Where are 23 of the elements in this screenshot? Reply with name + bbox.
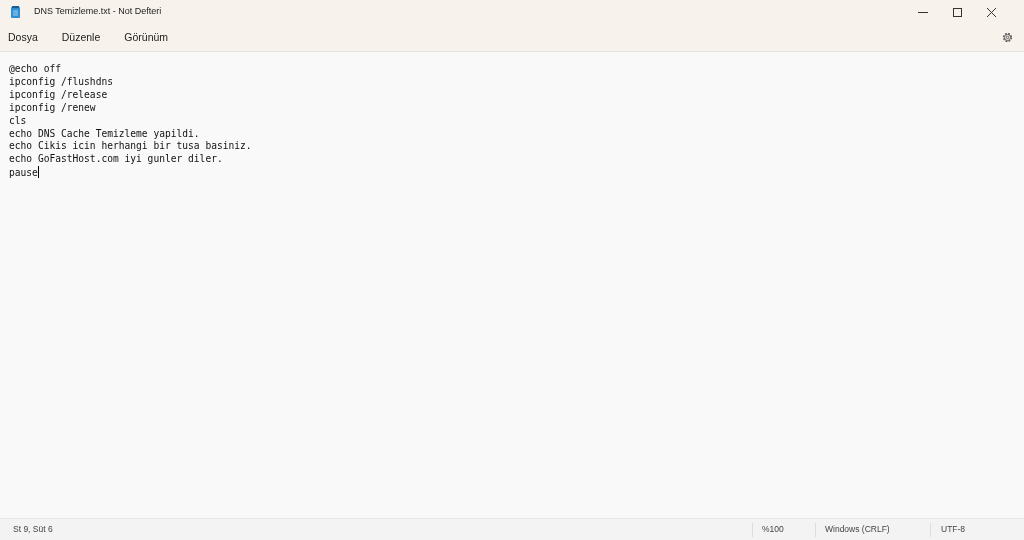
code-line: ipconfig /renew bbox=[9, 101, 96, 113]
code-line: ipconfig /release bbox=[9, 88, 108, 100]
menu-item[interactable]: Görünüm bbox=[116, 27, 177, 48]
menu-item[interactable]: Dosya bbox=[0, 27, 46, 48]
code-line: echo DNS Cache Temizleme yapildi. bbox=[9, 127, 200, 139]
maximize-icon bbox=[952, 7, 962, 17]
notepad-icon bbox=[11, 6, 20, 18]
code-line: @echo off bbox=[9, 63, 61, 74]
settings-icon[interactable] bbox=[1002, 32, 1013, 43]
cursor-position: St 9, Süt 6 bbox=[13, 523, 53, 536]
minimize-icon bbox=[918, 11, 928, 13]
code-line: echo GoFastHost.com iyi gunler diler. bbox=[9, 153, 223, 165]
zoom-level: %100 bbox=[761, 523, 785, 536]
code-line: pause bbox=[9, 167, 38, 179]
menu-item[interactable]: Düzenle bbox=[53, 27, 109, 48]
line-ending: Windows (CRLF) bbox=[824, 523, 891, 536]
code-line: ipconfig /flushdns bbox=[9, 75, 113, 87]
code-line: echo Cikis icin herhangi bir tusa basiniz. bbox=[9, 140, 252, 152]
code-line: cls bbox=[9, 114, 27, 126]
window-title: DNS Temizleme.txt - Not Defteri bbox=[34, 5, 162, 19]
close-icon bbox=[986, 7, 996, 17]
encoding: UTF-8 bbox=[940, 523, 967, 536]
text-cursor bbox=[37, 166, 39, 179]
